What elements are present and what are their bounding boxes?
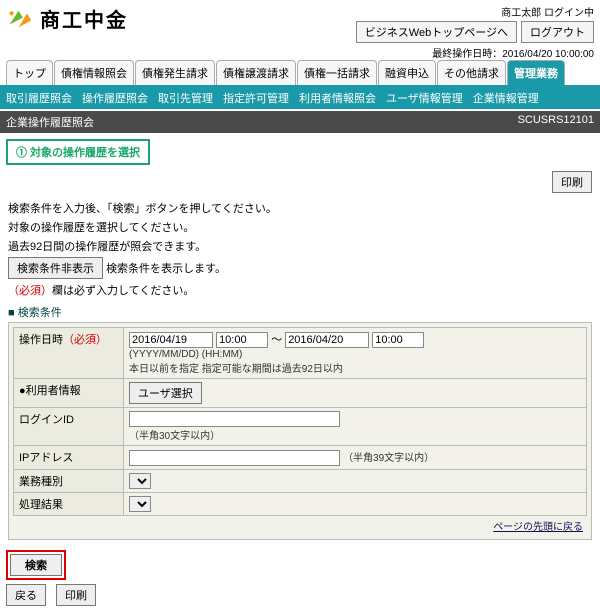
main-tabs: トップ 債権情報照会 債権発生請求 債権譲渡請求 債権一括請求 融資申込 その他… [0,60,600,87]
ip-input[interactable] [129,450,340,466]
instruction-3: 過去92日間の操作履歴が照会できます。 [8,238,592,254]
print-button-bottom[interactable]: 印刷 [56,584,96,606]
from-time-input[interactable] [216,332,268,348]
required-note: 欄は必ず入力してください。 [52,285,194,297]
print-button-top[interactable]: 印刷 [552,171,592,193]
instruction-1: 検索条件を入力後、「検索」ボタンを押してください。 [8,200,592,216]
page-title: 企業操作履歴照会 [6,114,94,130]
step-indicator: ① 対象の操作履歴を選択 [6,139,150,165]
logout-button[interactable]: ログアウト [521,21,594,43]
datetime-format: (YYYY/MM/DD) (HH:MM) [129,349,242,360]
search-button[interactable]: 検索 [10,554,62,576]
last-operation-time: 最終操作日時：2016/04/20 10:00:00 [356,45,594,60]
back-button[interactable]: 戻る [6,584,46,606]
screen-id: SCUSRS12101 [518,114,594,130]
tab-sonota[interactable]: その他請求 [437,60,506,85]
tab-yushi[interactable]: 融資申込 [378,60,436,85]
tab-hassei[interactable]: 債権発生請求 [135,60,215,85]
label-datetime: 操作日時（必須） [14,328,124,379]
from-date-input[interactable] [129,332,213,348]
user-select-button[interactable]: ユーザ選択 [129,382,202,404]
label-biztype: 業務種別 [14,470,124,493]
tab-saiken-shokai[interactable]: 債権情報照会 [54,60,134,85]
search-button-highlight: 検索 [6,550,66,580]
datetime-note: 本日以前を指定 指定可能な期間は過去92日以内 [129,364,343,375]
subnav-torihikisaki[interactable]: 取引先管理 [158,90,213,106]
toggle-conditions-note: 検索条件を表示します。 [106,263,226,275]
subnav-user[interactable]: ユーザ情報管理 [386,90,463,106]
subnav-kigyo[interactable]: 企業情報管理 [473,90,539,106]
ip-hint: （半角39文字以内） [343,453,434,464]
subnav-riyosha[interactable]: 利用者情報照会 [299,90,376,106]
tab-joto[interactable]: 債権譲渡請求 [216,60,296,85]
label-ip: IPアドレス [14,446,124,470]
subnav-shitei[interactable]: 指定許可管理 [223,90,289,106]
to-date-input[interactable] [285,332,369,348]
to-time-input[interactable] [372,332,424,348]
loginid-hint: （半角30文字以内） [129,431,220,442]
biz-top-button[interactable]: ビジネスWebトップページへ [356,21,517,43]
tab-kanri[interactable]: 管理業務 [507,60,565,85]
page-top-link[interactable]: ページの先頭に戻る [493,522,583,533]
result-select[interactable] [129,496,151,512]
label-userinfo: ●利用者情報 [14,379,124,408]
subnav-sosa[interactable]: 操作履歴照会 [82,90,148,106]
login-user: 商工太郎 ログイン中 [356,4,594,19]
subnav-torihiki[interactable]: 取引履歴照会 [6,90,72,106]
section-search-conditions: 検索条件 [8,304,592,320]
label-result: 処理結果 [14,493,124,516]
tab-top[interactable]: トップ [6,60,53,85]
sub-nav: 取引履歴照会 操作履歴照会 取引先管理 指定許可管理 利用者情報照会 ユーザ情報… [0,87,600,109]
brand-logo-icon [6,5,34,33]
loginid-input[interactable] [129,411,340,427]
biztype-select[interactable] [129,473,151,489]
toggle-conditions-button[interactable]: 検索条件非表示 [8,257,103,279]
brand-name: 商工中金 [40,4,128,33]
instruction-2: 対象の操作履歴を選択してください。 [8,219,592,235]
label-loginid: ログインID [14,408,124,446]
required-marker: （必須） [8,285,52,297]
tab-ikkatsu[interactable]: 債権一括請求 [297,60,377,85]
